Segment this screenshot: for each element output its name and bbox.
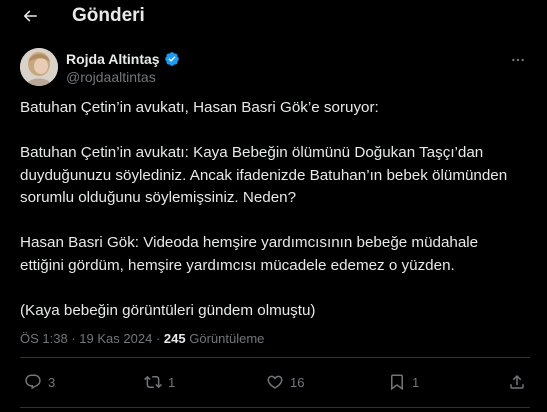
tweet-line: (Kaya bebeğin görüntüleri gündem olmuştu… [20, 301, 316, 319]
tweet-date[interactable]: 19 Kas 2024 [79, 331, 152, 346]
views-label: Görüntüleme [189, 331, 265, 346]
tweet-line: Hasan Basri Gök: Videoda hemşire yardımc… [20, 234, 479, 251]
tweet-line: Batuhan Çetin’in avukatı, Hasan Basri Gö… [20, 99, 379, 116]
bookmark-button[interactable]: 1 [388, 368, 419, 396]
verified-badge-icon [164, 51, 180, 67]
author-handle[interactable]: @rojdaaltintas [66, 69, 156, 85]
repost-count: 1 [168, 374, 176, 390]
views-count: 245 [163, 331, 186, 346]
meta-separator: · [71, 331, 76, 346]
repost-button[interactable]: 1 [144, 368, 175, 396]
divider [20, 357, 530, 358]
bookmark-icon [391, 374, 403, 391]
avatar[interactable] [20, 48, 58, 86]
arrow-left-icon [23, 10, 37, 22]
tweet-time[interactable]: ÖS 1:38 [20, 331, 68, 346]
author-name[interactable]: Rojda Altintaş [66, 51, 160, 67]
page-title: Gönderi [72, 5, 145, 26]
tweet-author: Rojda Altintaş @rojdaaltintas [20, 46, 530, 88]
heart-icon [267, 375, 283, 389]
reply-count: 3 [48, 374, 56, 390]
back-button[interactable] [14, 2, 46, 30]
tweet-line: ettiğini gördüm, hemşire yardımcısı müca… [20, 256, 455, 274]
reply-icon [25, 374, 41, 390]
more-button[interactable] [506, 50, 530, 70]
like-button[interactable]: 16 [266, 368, 304, 396]
tweet-meta: ÖS 1:38 · 19 Kas 2024 · 245 Görüntüleme [20, 331, 264, 346]
repost-icon [144, 375, 162, 389]
like-count: 16 [290, 374, 305, 390]
tweet-line: duyduğunuzu söylediniz. Ancak ifadenizde… [20, 166, 508, 184]
meta-separator: · [155, 331, 161, 346]
share-button[interactable] [508, 368, 526, 396]
tweet-text: Batuhan Çetin’in avukatı, Hasan Basri Gö… [20, 97, 530, 322]
share-icon [510, 374, 524, 389]
divider [20, 407, 530, 408]
name-row: Rojda Altintaş [66, 51, 180, 67]
page-header: Gönderi [0, 0, 547, 34]
tweet-line: sorumlu olduğunu söylemişsiniz. Neden? [20, 189, 297, 206]
more-horizontal-icon [512, 58, 524, 62]
reply-button[interactable]: 3 [24, 368, 55, 396]
action-bar: 3 1 16 1 [20, 368, 530, 396]
bookmark-count: 1 [412, 374, 420, 390]
tweet-line: Batuhan Çetin’in avukatı: Kaya Bebeğin ö… [20, 144, 484, 161]
